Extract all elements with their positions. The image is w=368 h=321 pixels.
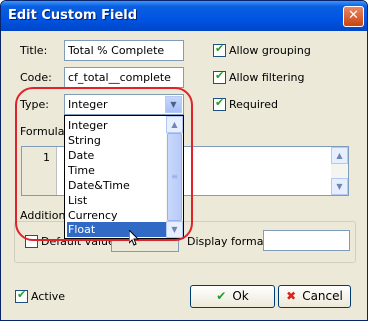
cancel-button-label: Cancel (302, 289, 343, 303)
dialog-window: Edit Custom Field ✕ Title: Total % Compl… (0, 0, 368, 321)
code-label: Code: (20, 71, 52, 84)
required-label: Required (229, 98, 278, 111)
active-label: Active (31, 290, 66, 303)
allow-grouping-label: Allow grouping (229, 44, 311, 57)
close-button[interactable]: ✕ (343, 6, 364, 27)
title-bar[interactable]: Edit Custom Field ✕ (1, 1, 367, 31)
scroll-up-icon[interactable]: ▲ (331, 147, 348, 164)
red-x-icon: ✖ (286, 289, 297, 303)
check-icon: ✔ (215, 69, 225, 82)
scroll-down-icon[interactable]: ▼ (331, 178, 348, 195)
ok-button[interactable]: ✔ Ok (190, 285, 275, 308)
allow-filtering-label: Allow filtering (229, 71, 305, 84)
close-icon: ✕ (348, 8, 359, 23)
active-checkbox[interactable]: ✔ (15, 288, 28, 303)
mouse-pointer-icon (129, 230, 140, 246)
allow-filtering-checkbox[interactable]: ✔ (213, 69, 226, 84)
green-check-icon: ✔ (216, 289, 227, 303)
required-checkbox[interactable]: ✔ (213, 96, 226, 111)
check-icon: ✔ (215, 96, 225, 109)
highlight-annotation (15, 87, 193, 241)
code-input[interactable]: cf_total__complete (64, 67, 184, 88)
check-icon: ✔ (17, 288, 27, 301)
display-format-input[interactable] (263, 230, 350, 251)
cancel-button[interactable]: ✖ Cancel (278, 285, 351, 308)
check-icon: ✔ (215, 42, 225, 55)
editor-scrollbar[interactable]: ▲ ▼ (331, 147, 348, 195)
window-title: Edit Custom Field (8, 8, 138, 23)
display-format-label: Display format: (187, 235, 272, 248)
title-label: Title: (20, 44, 48, 57)
allow-grouping-checkbox[interactable]: ✔ (213, 42, 226, 57)
ok-button-label: Ok (232, 289, 249, 303)
title-input[interactable]: Total % Complete (64, 40, 184, 61)
